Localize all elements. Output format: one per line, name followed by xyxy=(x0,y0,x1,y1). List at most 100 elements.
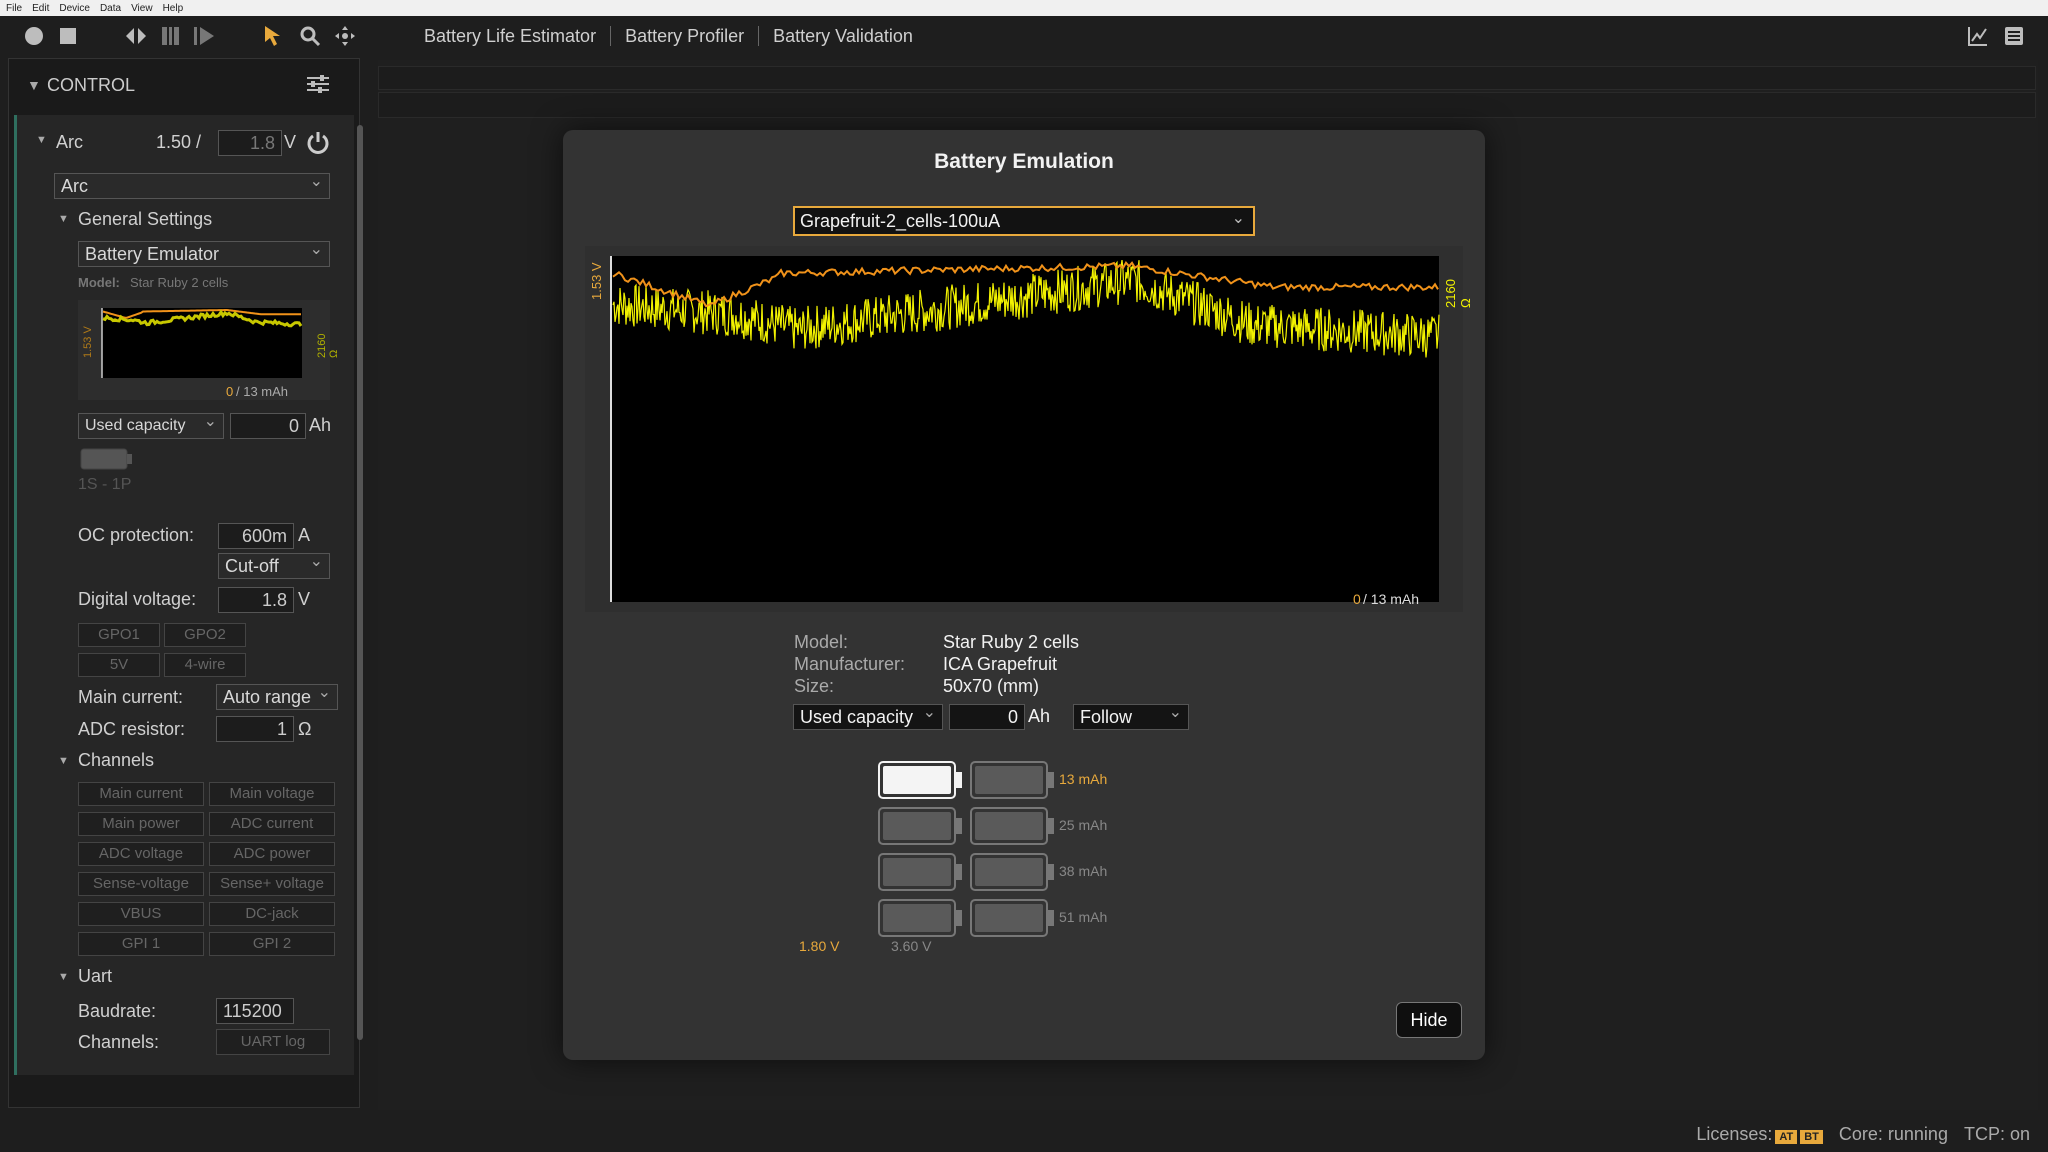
battery-cell-button[interactable] xyxy=(969,852,1055,897)
arc-setpoint-input[interactable]: 1.8 xyxy=(218,130,282,156)
licenses-status: Licenses: AT BT xyxy=(1696,1124,1823,1145)
pause-icon[interactable] xyxy=(158,24,182,48)
tab-battery-validation[interactable]: Battery Validation xyxy=(759,26,927,46)
model-value: Star Ruby 2 cells xyxy=(130,275,229,290)
profile-select[interactable]: Grapefruit-2_cells-100uA xyxy=(793,206,1255,236)
arc-label: Arc xyxy=(56,132,83,152)
sidebar-capacity-input[interactable]: 0 xyxy=(230,413,306,439)
channel-button[interactable]: GPI 2 xyxy=(209,932,335,956)
battery-cell-button[interactable] xyxy=(969,898,1055,943)
battery-cell-button[interactable] xyxy=(877,898,963,943)
core-status: Core: running xyxy=(1838,1123,1948,1144)
arc-mode-select[interactable]: Arc xyxy=(54,170,330,199)
cell-row-capacity: 25 mAh xyxy=(1059,817,1108,833)
digital-voltage-label: Digital voltage: xyxy=(78,589,197,609)
manufacturer-info-value: ICA Grapefruit xyxy=(943,654,1058,674)
battery-config-icon xyxy=(80,448,134,475)
battery-cell-button[interactable] xyxy=(969,806,1055,851)
step-back-forward-icon[interactable] xyxy=(124,24,148,48)
channels-title: Channels xyxy=(78,750,155,770)
battery-config-label: 1S - 1P xyxy=(78,476,132,493)
sidebar-capacity-mode-select[interactable]: Used capacity xyxy=(78,410,224,439)
channel-button[interactable]: ADC power xyxy=(209,842,335,866)
hide-button[interactable]: Hide xyxy=(1396,1002,1462,1038)
sidebar-scrollbar[interactable] xyxy=(357,125,363,1040)
menu-device[interactable]: Device xyxy=(59,3,90,14)
stop-icon[interactable] xyxy=(56,24,80,48)
dialog-title: Battery Emulation xyxy=(934,150,1114,173)
capacity-input[interactable]: 0 xyxy=(949,704,1025,730)
arc-unit: V xyxy=(284,132,297,152)
battery-cell-button[interactable] xyxy=(877,852,963,897)
tcp-status: TCP: on xyxy=(1963,1123,2030,1144)
size-info-label: Size: xyxy=(794,676,835,696)
pan-icon[interactable] xyxy=(333,24,357,48)
general-settings-title: General Settings xyxy=(78,209,213,229)
power-icon[interactable] xyxy=(305,130,331,161)
cell-row-capacity: 51 mAh xyxy=(1059,909,1108,925)
channel-button[interactable]: ADC voltage xyxy=(78,842,204,866)
arc-expand-icon[interactable]: ▼ xyxy=(36,134,47,146)
chart-icon[interactable] xyxy=(1966,24,1990,48)
uart-log-button[interactable]: UART log xyxy=(216,1029,330,1055)
tab-battery-life-estimator[interactable]: Battery Life Estimator xyxy=(410,26,612,46)
mini-battery-plot[interactable]: 1.53 V 2160 Ω 0 / 13 mAh xyxy=(78,300,340,400)
battery-emulation-dialog: Battery Emulation Grapefruit-2_cells-100… xyxy=(563,130,1485,1060)
channels-expand-icon[interactable]: ▼ xyxy=(58,755,69,767)
capacity-unit: Ah xyxy=(1028,706,1051,726)
column-voltage-2s: 3.60 V xyxy=(891,938,932,954)
battery-plot[interactable]: 1.53 V 2160 Ω 0 / 13 mAh xyxy=(585,246,1473,612)
battery-cell-button[interactable] xyxy=(877,806,963,851)
battery-cell-button[interactable] xyxy=(877,760,963,805)
channel-button[interactable]: Sense-voltage xyxy=(78,872,204,896)
main-current-select[interactable]: Auto range xyxy=(216,681,338,710)
menu-data[interactable]: Data xyxy=(100,3,121,14)
channel-button[interactable]: Main voltage xyxy=(209,782,335,806)
pointer-icon[interactable] xyxy=(262,24,286,48)
menu-view[interactable]: View xyxy=(131,3,153,14)
channel-button[interactable]: GPI 1 xyxy=(78,932,204,956)
oc-protection-input[interactable]: 600m xyxy=(218,523,294,549)
menu-help[interactable]: Help xyxy=(163,3,184,14)
channel-button[interactable]: Main current xyxy=(78,782,204,806)
baudrate-input[interactable]: 115200 xyxy=(216,998,294,1024)
record-icon[interactable] xyxy=(22,24,46,48)
mini-plot-svg xyxy=(101,308,303,378)
menu-edit[interactable]: Edit xyxy=(32,3,49,14)
zoom-icon[interactable] xyxy=(298,24,322,48)
4-wire-button[interactable]: 4-wire xyxy=(164,653,246,677)
licenses-label: Licenses: xyxy=(1696,1123,1773,1144)
arc-measured-voltage: 1.50 / xyxy=(156,132,202,152)
general-settings-expand-icon[interactable]: ▼ xyxy=(58,213,69,225)
gpo1-button[interactable]: GPO1 xyxy=(78,623,160,647)
channel-button[interactable]: Sense+ voltage xyxy=(209,872,335,896)
cell-row-capacity: 13 mAh xyxy=(1059,771,1108,787)
oc-mode-select[interactable]: Cut-off xyxy=(218,550,330,579)
channel-button[interactable]: ADC current xyxy=(209,812,335,836)
plot-strip-top xyxy=(378,66,2036,90)
uart-title: Uart xyxy=(78,966,113,986)
settings-sliders-icon[interactable] xyxy=(305,73,331,100)
adc-resistor-input[interactable]: 1 xyxy=(216,716,294,742)
emulator-mode-select[interactable]: Battery Emulator xyxy=(78,238,330,267)
battery-cell-button[interactable] xyxy=(969,760,1055,805)
uart-expand-icon[interactable]: ▼ xyxy=(58,971,69,983)
collapse-icon[interactable]: ▼ xyxy=(27,77,41,93)
follow-select[interactable]: Follow xyxy=(1073,701,1189,730)
column-voltage-1s: 1.80 V xyxy=(799,938,840,954)
channel-button[interactable]: DC-jack xyxy=(209,902,335,926)
list-icon[interactable] xyxy=(2002,24,2026,48)
tab-battery-profiler[interactable]: Battery Profiler xyxy=(611,26,760,46)
capacity-mode-select[interactable]: Used capacity xyxy=(793,701,943,730)
menu-file[interactable]: File xyxy=(6,3,22,14)
model-info-value: Star Ruby 2 cells xyxy=(943,632,1080,652)
adc-resistor-label: ADC resistor: xyxy=(78,719,186,739)
digital-voltage-input[interactable]: 1.8 xyxy=(218,587,294,613)
play-next-icon[interactable] xyxy=(192,24,216,48)
channel-button[interactable]: VBUS xyxy=(78,902,204,926)
control-header[interactable]: ▼ CONTROL xyxy=(9,73,361,103)
model-info-label: Model: xyxy=(794,632,849,652)
gpo2-button[interactable]: GPO2 xyxy=(164,623,246,647)
5v-button[interactable]: 5V xyxy=(78,653,160,677)
channel-button[interactable]: Main power xyxy=(78,812,204,836)
